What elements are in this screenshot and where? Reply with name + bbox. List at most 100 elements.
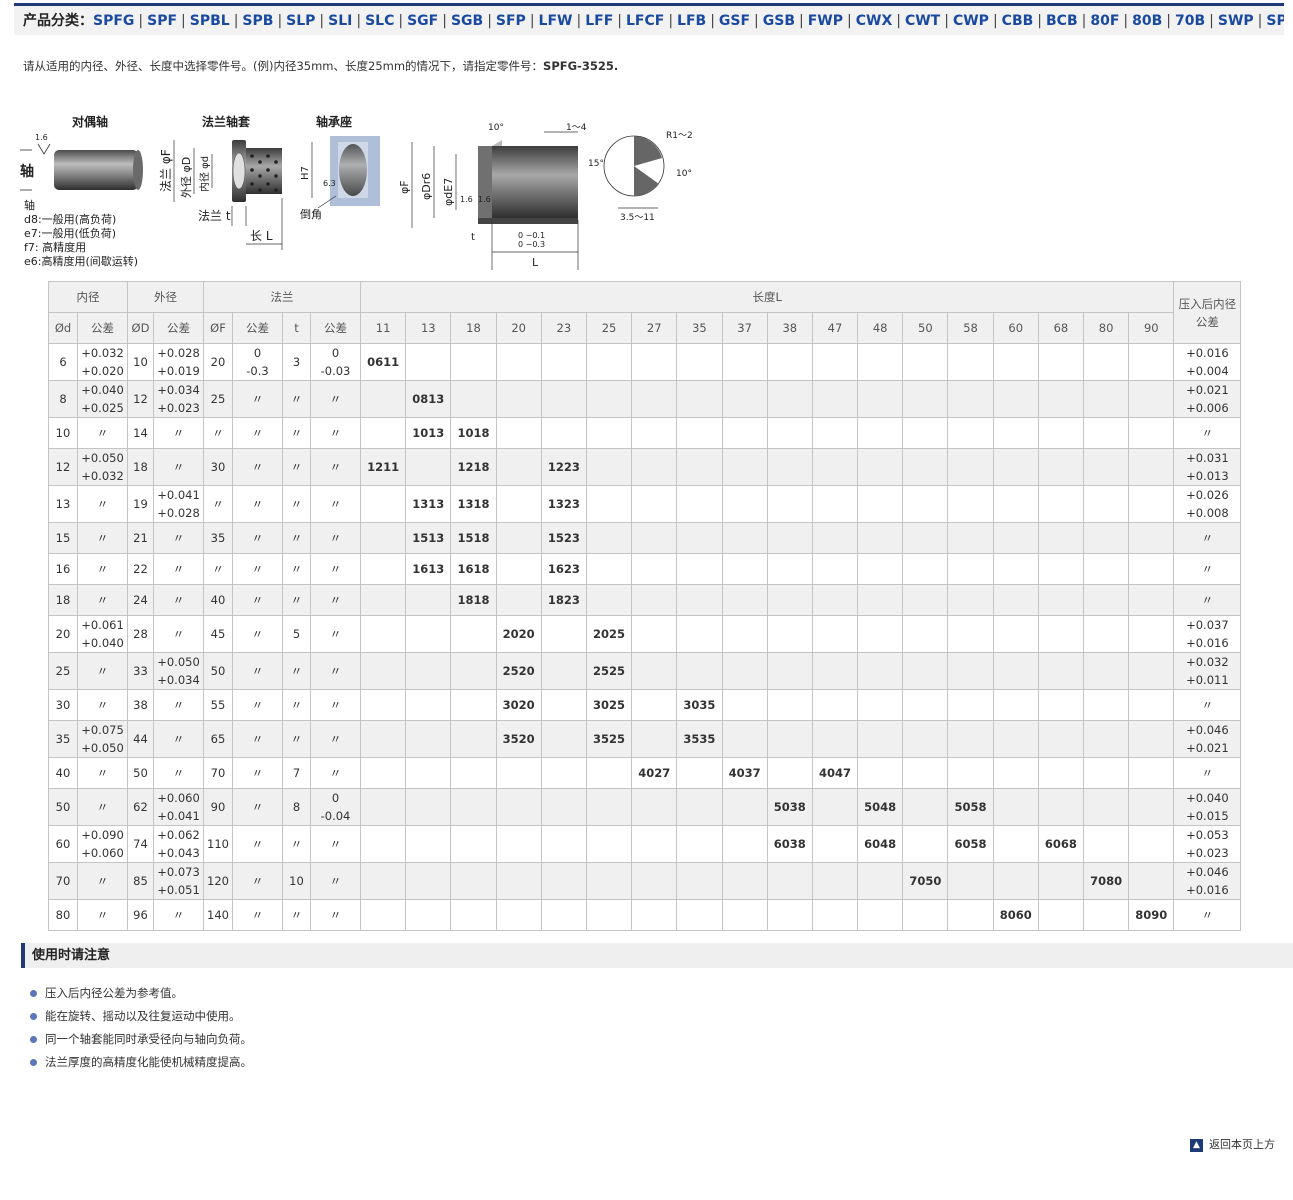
category-separator: | <box>529 13 535 29</box>
part-number-cell[interactable]: 1518 <box>450 522 497 554</box>
part-number-cell[interactable]: 3525 <box>585 720 633 758</box>
category-link-spfg[interactable]: SPFG <box>93 13 134 29</box>
part-number-cell[interactable]: 1613 <box>405 553 452 585</box>
part-number-cell[interactable]: 1218 <box>450 448 497 486</box>
part-number-cell[interactable]: 1211 <box>359 448 407 486</box>
category-link-cbb[interactable]: CBB <box>1002 13 1034 29</box>
part-number-cell[interactable]: 2020 <box>495 615 542 653</box>
part-number-cell[interactable]: 4027 <box>631 757 678 789</box>
category-link-swp[interactable]: SWP <box>1218 13 1254 29</box>
category-link-gsf[interactable]: GSF <box>719 13 750 29</box>
part-number-cell[interactable]: 3535 <box>676 720 723 758</box>
category-link-cwp[interactable]: CWP <box>953 13 989 29</box>
category-link-lfb[interactable]: LFB <box>677 13 706 29</box>
part-number-cell[interactable]: 6058 <box>947 825 994 863</box>
part-number-cell[interactable]: 2025 <box>585 615 633 653</box>
part-number-cell[interactable]: 0813 <box>405 380 452 418</box>
category-link-gsb[interactable]: GSB <box>763 13 795 29</box>
empty-cell <box>585 380 633 418</box>
part-number-cell[interactable]: 1323 <box>540 485 587 523</box>
part-number-cell[interactable]: 7050 <box>902 862 949 900</box>
part-number-cell[interactable]: 2520 <box>495 652 542 690</box>
cell-flange-diameter: 〃 <box>203 485 233 523</box>
category-link-sfp[interactable]: SFP <box>496 13 526 29</box>
part-number-cell[interactable]: 6068 <box>1037 825 1085 863</box>
category-link-80b[interactable]: 80B <box>1132 13 1162 29</box>
empty-cell <box>1037 788 1085 826</box>
empty-cell <box>721 485 768 523</box>
empty-cell <box>992 757 1039 789</box>
part-number-cell[interactable]: 6048 <box>857 825 904 863</box>
category-link-80f[interactable]: 80F <box>1090 13 1119 29</box>
empty-cell <box>1082 720 1130 758</box>
category-link-sgb[interactable]: SGB <box>451 13 483 29</box>
cell-thickness-tolerance: 〃 <box>310 825 361 863</box>
part-number-cell[interactable]: 1513 <box>405 522 452 554</box>
part-number-cell[interactable]: 1618 <box>450 553 497 585</box>
category-link-slc[interactable]: SLC <box>365 13 394 29</box>
header-F: ØF <box>203 312 233 344</box>
header-t: t <box>282 312 311 344</box>
part-number-cell[interactable]: 5048 <box>857 788 904 826</box>
part-number-cell[interactable]: 2525 <box>585 652 633 690</box>
part-number-cell[interactable]: 1018 <box>450 417 497 449</box>
category-link-lff[interactable]: LFF <box>585 13 613 29</box>
part-number-cell[interactable]: 5058 <box>947 788 994 826</box>
empty-cell <box>359 788 407 826</box>
part-number-cell[interactable]: 3520 <box>495 720 542 758</box>
part-number-cell[interactable]: 1818 <box>450 584 497 616</box>
category-link-cwt[interactable]: CWT <box>905 13 940 29</box>
dimension-diagram: 对偶轴 1.6 轴 轴 d8:一般用(高负荷) e7:一般用(低负荷) f7: … <box>20 114 693 270</box>
empty-cell <box>992 380 1039 418</box>
cell-flange-tolerance: 〃 <box>232 720 283 758</box>
bullet-icon <box>30 1036 37 1043</box>
part-number-cell[interactable]: 1223 <box>540 448 587 486</box>
cell-inner-tolerance: 〃 <box>77 553 128 585</box>
cell-outer-tolerance: +0.060 +0.041 <box>153 788 204 826</box>
part-number-cell[interactable]: 1318 <box>450 485 497 523</box>
part-number-cell[interactable]: 1523 <box>540 522 587 554</box>
part-number-cell[interactable]: 4047 <box>811 757 859 789</box>
category-link-bcb[interactable]: BCB <box>1046 13 1078 29</box>
cell-flange-diameter: 35 <box>203 522 233 554</box>
cell-flange-thickness: 〃 <box>282 584 311 616</box>
part-number-cell[interactable]: 5038 <box>766 788 813 826</box>
empty-cell <box>1082 652 1130 690</box>
category-link-spbl[interactable]: SPBL <box>190 13 230 29</box>
part-number-cell[interactable]: 0611 <box>359 343 407 381</box>
part-number-cell[interactable]: 3020 <box>495 689 542 721</box>
category-separator: | <box>233 13 239 29</box>
category-link-sgf[interactable]: SGF <box>407 13 438 29</box>
category-link-slp[interactable]: SLP <box>286 13 315 29</box>
back-to-top-link[interactable]: ▲ 返回本页上方 <box>1190 1136 1275 1152</box>
empty-cell <box>1128 485 1175 523</box>
category-link-fwp[interactable]: FWP <box>808 13 843 29</box>
empty-cell <box>540 417 587 449</box>
category-link-70b[interactable]: 70B <box>1175 13 1205 29</box>
category-link-spw[interactable]: SPW <box>1266 13 1284 29</box>
empty-cell <box>947 757 994 789</box>
category-link-spb[interactable]: SPB <box>242 13 273 29</box>
category-link-spf[interactable]: SPF <box>147 13 177 29</box>
category-link-lfcf[interactable]: LFCF <box>626 13 664 29</box>
part-number-cell[interactable]: 8090 <box>1128 899 1175 931</box>
part-number-cell[interactable]: 1623 <box>540 553 587 585</box>
cell-thickness-tolerance: 〃 <box>310 720 361 758</box>
cell-press-fit-tolerance: 〃 <box>1173 757 1242 789</box>
part-number-cell[interactable]: 1013 <box>405 417 452 449</box>
category-link-cwx[interactable]: CWX <box>856 13 893 29</box>
empty-cell <box>540 380 587 418</box>
part-number-cell[interactable]: 4037 <box>721 757 768 789</box>
part-number-cell[interactable]: 8060 <box>992 899 1039 931</box>
part-number-cell[interactable]: 6038 <box>766 825 813 863</box>
part-number-cell[interactable]: 3035 <box>676 689 723 721</box>
part-number-cell[interactable]: 3025 <box>585 689 633 721</box>
category-link-sli[interactable]: SLI <box>328 13 352 29</box>
empty-cell <box>766 485 813 523</box>
part-number-cell[interactable]: 7080 <box>1082 862 1130 900</box>
category-link-lfw[interactable]: LFW <box>539 13 573 29</box>
part-number-cell[interactable]: 1823 <box>540 584 587 616</box>
table-row: 15 〃 21 〃 35 〃〃〃 1513 1518 1523 〃 <box>48 522 1242 554</box>
part-number-cell[interactable]: 1313 <box>405 485 452 523</box>
empty-cell <box>585 788 633 826</box>
